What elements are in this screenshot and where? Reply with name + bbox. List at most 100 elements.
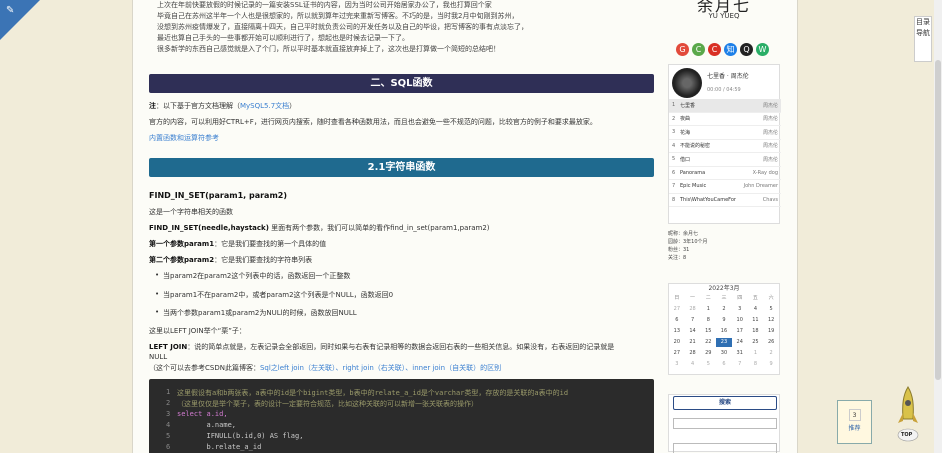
line-number: 6: [166, 443, 171, 451]
calendar-day[interactable]: 18: [748, 327, 764, 336]
code-block[interactable]: 1 这里假设有a和b两张表，a表中的id是个bigint类型，b表中的relat…: [149, 379, 654, 453]
gitee-icon[interactable]: G: [676, 43, 689, 56]
calendar-day[interactable]: 20: [669, 338, 685, 347]
calendar-day[interactable]: 28: [685, 349, 701, 358]
calendar-day[interactable]: 16: [716, 327, 732, 336]
csdn-blog-link[interactable]: Sql之left join（左关联）、right join（右关联）、inner…: [260, 364, 501, 372]
calendar-day[interactable]: 5: [700, 360, 716, 369]
calendar-day[interactable]: 4: [685, 360, 701, 369]
calendar-day[interactable]: 27: [669, 349, 685, 358]
csdn-icon[interactable]: C: [692, 43, 705, 56]
stat-fans[interactable]: 粉丝：31: [668, 246, 778, 254]
calendar-day[interactable]: 9: [763, 360, 779, 369]
c-icon[interactable]: C: [708, 43, 721, 56]
calendar-day[interactable]: 2: [763, 349, 779, 358]
calendar-day[interactable]: 23: [716, 338, 732, 347]
calendar-day[interactable]: 1: [748, 349, 764, 358]
playlist-item[interactable]: 8 This\WhatYouCameFor Chavs: [669, 194, 781, 207]
google-search-input[interactable]: [673, 443, 777, 453]
calendar-day[interactable]: 21: [685, 338, 701, 347]
calendar-day[interactable]: 9: [716, 316, 732, 325]
scrollbar[interactable]: [934, 0, 942, 453]
code-line: IFNULL(b.id,0) AS flag,: [177, 432, 304, 440]
playlist: 1 七里香 周杰伦 2 夜曲 周杰伦 3 花海 周杰伦 4 不能说的秘密 周杰伦 5 借口 周杰伦 …: [669, 99, 781, 207]
calendar-day[interactable]: 26: [763, 338, 779, 347]
calendar-day[interactable]: 24: [732, 338, 748, 347]
reference-link[interactable]: 内置函数和运算符参考: [149, 133, 654, 144]
reference-line: （这个可以去参考CSDN此篇博客：Sql之left join（左关联）、righ…: [149, 363, 654, 374]
line-number: 2: [166, 399, 171, 407]
calendar-day[interactable]: 22: [700, 338, 716, 347]
playlist-item[interactable]: 4 不能说的秘密 周杰伦: [669, 140, 781, 153]
search-button[interactable]: 搜索: [673, 396, 777, 410]
article: 上次在年前快要放假的时候记录的一篇安装SSL证书的内容，因为当时公司开始居家办公…: [149, 0, 654, 453]
calendar-weekday: 六: [768, 295, 774, 301]
leftjoin-null: NULL: [149, 353, 168, 361]
calendar-day[interactable]: 31: [732, 349, 748, 358]
wechat-icon[interactable]: W: [756, 43, 769, 56]
song-artist: 周杰伦: [762, 129, 778, 136]
calendar-day[interactable]: 3: [669, 360, 685, 369]
line-number: 4: [166, 421, 171, 429]
calendar-day[interactable]: 12: [763, 316, 779, 325]
reference-prefix: （这个可以去参考CSDN此篇博客：: [149, 364, 260, 372]
toc-button[interactable]: 目录导航: [914, 16, 932, 62]
zhihu-icon[interactable]: 知: [724, 43, 737, 56]
calendar-day[interactable]: 30: [716, 349, 732, 358]
song-artist: X-Ray dog: [752, 169, 778, 176]
playlist-item[interactable]: 7 Epic Music John Dreamer: [669, 180, 781, 194]
back-to-top[interactable]: TOP: [895, 385, 921, 447]
calendar-day[interactable]: 1: [700, 305, 716, 314]
music-player: 七里香 · 周杰伦 00:00 / 04:59 1 七里香 周杰伦 2 夜曲 周杰伦 3…: [668, 64, 781, 224]
calendar-day[interactable]: 27: [669, 305, 685, 314]
calendar-day[interactable]: 13: [669, 327, 685, 336]
calendar-day[interactable]: 28: [685, 305, 701, 314]
song-title: Panorama: [680, 169, 706, 176]
scroll-thumb[interactable]: [935, 60, 941, 380]
recommend-button[interactable]: 3 推荐: [837, 400, 872, 444]
calendar-day[interactable]: 8: [748, 360, 764, 369]
usage-signature: FIND_IN_SET(needle,haystack): [149, 224, 269, 232]
corner-banner[interactable]: ✎: [0, 0, 40, 40]
calendar-day[interactable]: 11: [748, 316, 764, 325]
song-title: 花海: [680, 129, 691, 136]
calendar-day[interactable]: 4: [748, 305, 764, 314]
stat-nickname[interactable]: 昵称：余月七: [668, 230, 778, 238]
blog-stats: 昵称：余月七 园龄：3年10个月 粉丝：31 关注：8: [668, 230, 778, 262]
calendar-day[interactable]: 5: [763, 305, 779, 314]
playlist-item[interactable]: 6 Panorama X-Ray dog: [669, 167, 781, 180]
calendar-day[interactable]: 3: [732, 305, 748, 314]
calendar-weekday: 五: [752, 295, 758, 301]
search-input[interactable]: [673, 418, 777, 429]
playlist-item[interactable]: 1 七里香 周杰伦: [669, 99, 781, 113]
playlist-item[interactable]: 2 夜曲 周杰伦: [669, 113, 781, 126]
song-title: 夜曲: [680, 116, 691, 123]
calendar-day[interactable]: 10: [732, 316, 748, 325]
recommend-count: 3: [848, 409, 861, 421]
album-cover[interactable]: [672, 68, 702, 98]
calendar-day[interactable]: 17: [732, 327, 748, 336]
mysql-doc-link[interactable]: MySQL5.7文档: [240, 102, 289, 110]
eraser-icon: ✎: [6, 5, 15, 16]
calendar-day[interactable]: 14: [685, 327, 701, 336]
calendar-day[interactable]: 6: [716, 360, 732, 369]
calendar-day[interactable]: 29: [700, 349, 716, 358]
playlist-item[interactable]: 3 花海 周杰伦: [669, 126, 781, 140]
calendar-day[interactable]: 19: [763, 327, 779, 336]
playlist-item[interactable]: 5 借口 周杰伦: [669, 153, 781, 167]
social-links: G C C 知 Q W: [676, 43, 769, 56]
stat-following[interactable]: 关注：8: [668, 254, 778, 262]
calendar-day[interactable]: 2: [716, 305, 732, 314]
intro-line: 上次在年前快要放假的时候记录的一篇安装SSL证书的内容，因为当时公司开始居家办公…: [157, 1, 492, 9]
site-logo[interactable]: 余月七 YU YUEQ: [664, 0, 784, 22]
qq-icon[interactable]: Q: [740, 43, 753, 56]
stat-age[interactable]: 园龄：3年10个月: [668, 238, 778, 246]
calendar-day[interactable]: 7: [732, 360, 748, 369]
calendar-day[interactable]: 25: [748, 338, 764, 347]
param2-line: 第二个参数param2：它是我们要查找的字符串列表: [149, 255, 654, 266]
calendar-day[interactable]: 6: [669, 316, 685, 325]
calendar-day[interactable]: 15: [700, 327, 716, 336]
calendar-day[interactable]: 7: [685, 316, 701, 325]
calendar-day[interactable]: 8: [700, 316, 716, 325]
code-line: （这里仅仅是举个栗子，表的设计一定要符合规范，比如这种关联的可以新增一张关联表的…: [177, 400, 478, 408]
